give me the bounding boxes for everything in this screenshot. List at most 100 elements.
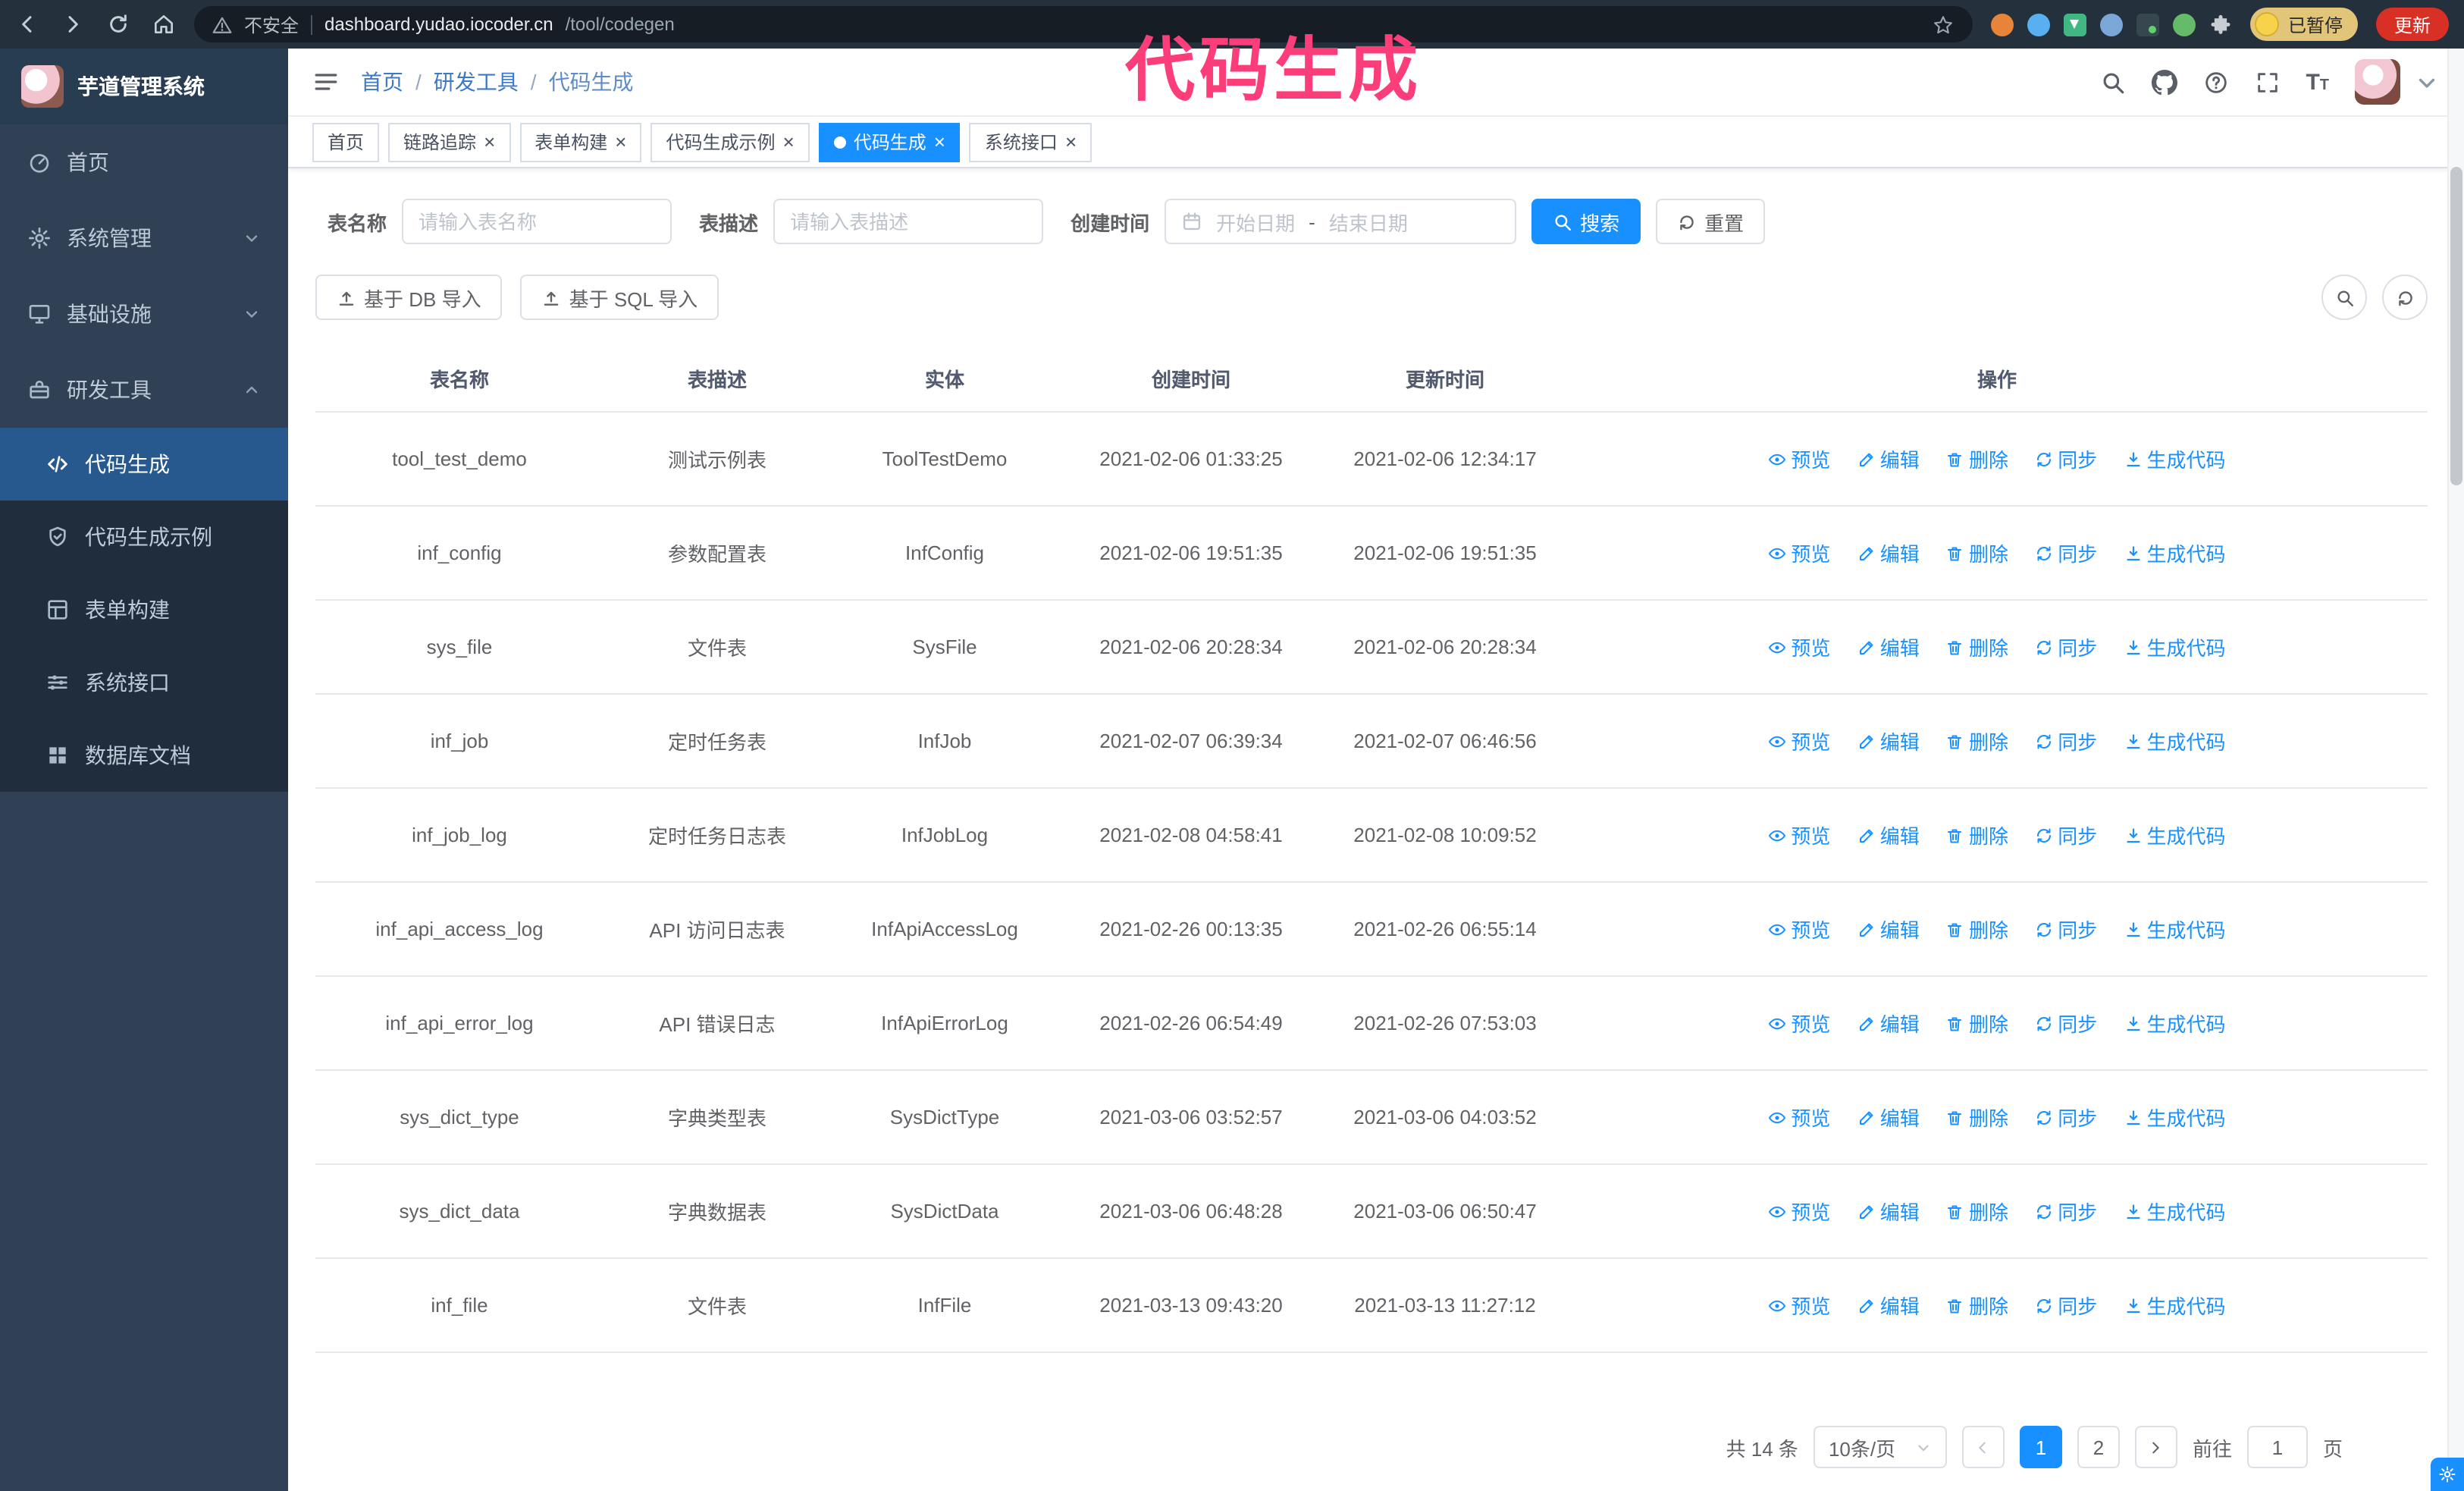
date-range-picker[interactable]: 开始日期 - 结束日期 [1165,199,1517,244]
extension-icon[interactable] [2099,13,2123,36]
page-button-1[interactable]: 1 [2019,1426,2062,1468]
edit-link[interactable]: 编辑 [1857,1103,1920,1132]
table-name-input[interactable] [402,199,672,244]
user-avatar[interactable] [2355,59,2400,105]
sync-link[interactable]: 同步 [2035,1009,2097,1037]
avatar-caret-icon[interactable] [2414,69,2440,95]
sidebar-item-codegen-example[interactable]: 代码生成示例 [0,501,288,573]
sidebar-item-form-builder[interactable]: 表单构建 [0,573,288,646]
delete-link[interactable]: 删除 [1946,1197,2008,1226]
generate-code-link[interactable]: 生成代码 [2124,1291,2226,1320]
sync-link[interactable]: 同步 [2035,915,2097,943]
close-icon[interactable] [615,132,626,152]
extension-icon[interactable] [2172,13,2196,36]
extension-icon[interactable] [1990,13,2014,36]
sync-link[interactable]: 同步 [2035,821,2097,849]
breadcrumb-section[interactable]: 研发工具 [434,67,519,97]
preview-link[interactable]: 预览 [1768,632,1830,661]
tab-trace[interactable]: 链路追踪 [388,122,511,162]
generate-code-link[interactable]: 生成代码 [2124,444,2226,473]
reset-button[interactable]: 重置 [1656,199,1766,244]
delete-link[interactable]: 删除 [1946,821,2008,849]
sidebar-item-system-api[interactable]: 系统接口 [0,646,288,719]
preview-link[interactable]: 预览 [1768,821,1830,849]
sync-link[interactable]: 同步 [2035,538,2097,567]
sync-link[interactable]: 同步 [2035,1103,2097,1132]
edit-link[interactable]: 编辑 [1857,727,1920,755]
page-button-2[interactable]: 2 [2077,1426,2120,1468]
fullscreen-icon[interactable] [2254,69,2280,95]
toggle-search-button[interactable] [2321,275,2367,320]
search-button[interactable]: 搜索 [1531,199,1641,244]
home-icon[interactable] [152,12,176,36]
delete-link[interactable]: 删除 [1946,1009,2008,1037]
github-icon[interactable] [2151,69,2177,95]
edit-link[interactable]: 编辑 [1857,632,1920,661]
goto-page-input[interactable] [2246,1426,2308,1468]
delete-link[interactable]: 删除 [1946,1103,2008,1132]
close-icon[interactable] [484,132,495,152]
delete-link[interactable]: 删除 [1946,1291,2008,1320]
extension-icon[interactable] [2136,13,2159,36]
extensions-puzzle-icon[interactable] [2209,13,2232,36]
tab-codegen[interactable]: 代码生成 [818,122,961,162]
generate-code-link[interactable]: 生成代码 [2124,1103,2226,1132]
next-page-button[interactable] [2134,1426,2177,1468]
generate-code-link[interactable]: 生成代码 [2124,727,2226,755]
sync-link[interactable]: 同步 [2035,632,2097,661]
table-desc-input[interactable] [773,199,1044,244]
floating-action-button[interactable] [2431,1458,2464,1491]
delete-link[interactable]: 删除 [1946,632,2008,661]
generate-code-link[interactable]: 生成代码 [2124,1197,2226,1226]
back-icon[interactable] [15,12,39,36]
edit-link[interactable]: 编辑 [1857,1197,1920,1226]
sidebar-item-system[interactable]: 系统管理 [0,200,288,276]
generate-code-link[interactable]: 生成代码 [2124,1009,2226,1037]
extension-icon[interactable] [2027,13,2050,36]
sidebar-item-codegen[interactable]: 代码生成 [0,428,288,501]
preview-link[interactable]: 预览 [1768,1103,1830,1132]
delete-link[interactable]: 删除 [1946,538,2008,567]
tab-codegen-example[interactable]: 代码生成示例 [650,122,810,162]
close-icon[interactable] [1065,132,1077,152]
bookmark-star-icon[interactable] [1932,13,1955,36]
sync-link[interactable]: 同步 [2035,727,2097,755]
preview-link[interactable]: 预览 [1768,915,1830,943]
edit-link[interactable]: 编辑 [1857,915,1920,943]
generate-code-link[interactable]: 生成代码 [2124,632,2226,661]
generate-code-link[interactable]: 生成代码 [2124,538,2226,567]
search-icon[interactable] [2099,69,2125,95]
sync-link[interactable]: 同步 [2035,1197,2097,1226]
browser-update-button[interactable]: 更新 [2375,8,2449,41]
close-icon[interactable] [934,132,945,152]
breadcrumb-home[interactable]: 首页 [361,67,403,97]
generate-code-link[interactable]: 生成代码 [2124,821,2226,849]
page-size-select[interactable]: 10条/页 [1813,1426,1947,1468]
reload-icon[interactable] [106,12,130,36]
edit-link[interactable]: 编辑 [1857,821,1920,849]
import-sql-button[interactable]: 基于 SQL 导入 [520,275,719,320]
sidebar-item-db-docs[interactable]: 数据库文档 [0,719,288,792]
forward-icon[interactable] [61,12,85,36]
edit-link[interactable]: 编辑 [1857,538,1920,567]
sidebar-item-home[interactable]: 首页 [0,124,288,200]
generate-code-link[interactable]: 生成代码 [2124,915,2226,943]
prev-page-button[interactable] [1961,1426,2005,1468]
font-size-icon[interactable] [2306,71,2329,93]
sync-link[interactable]: 同步 [2035,1291,2097,1320]
page-scrollbar[interactable] [2447,49,2464,1491]
tab-system-api[interactable]: 系统接口 [969,122,1092,162]
edit-link[interactable]: 编辑 [1857,1291,1920,1320]
sidebar-item-dev-tools[interactable]: 研发工具 [0,352,288,428]
sidebar-item-infrastructure[interactable]: 基础设施 [0,276,288,352]
preview-link[interactable]: 预览 [1768,1197,1830,1226]
close-icon[interactable] [783,132,795,152]
preview-link[interactable]: 预览 [1768,1009,1830,1037]
delete-link[interactable]: 删除 [1946,444,2008,473]
edit-link[interactable]: 编辑 [1857,1009,1920,1037]
preview-link[interactable]: 预览 [1768,1291,1830,1320]
scrollbar-thumb[interactable] [2450,167,2462,485]
tab-form-builder[interactable]: 表单构建 [519,122,642,162]
sync-link[interactable]: 同步 [2035,444,2097,473]
preview-link[interactable]: 预览 [1768,727,1830,755]
